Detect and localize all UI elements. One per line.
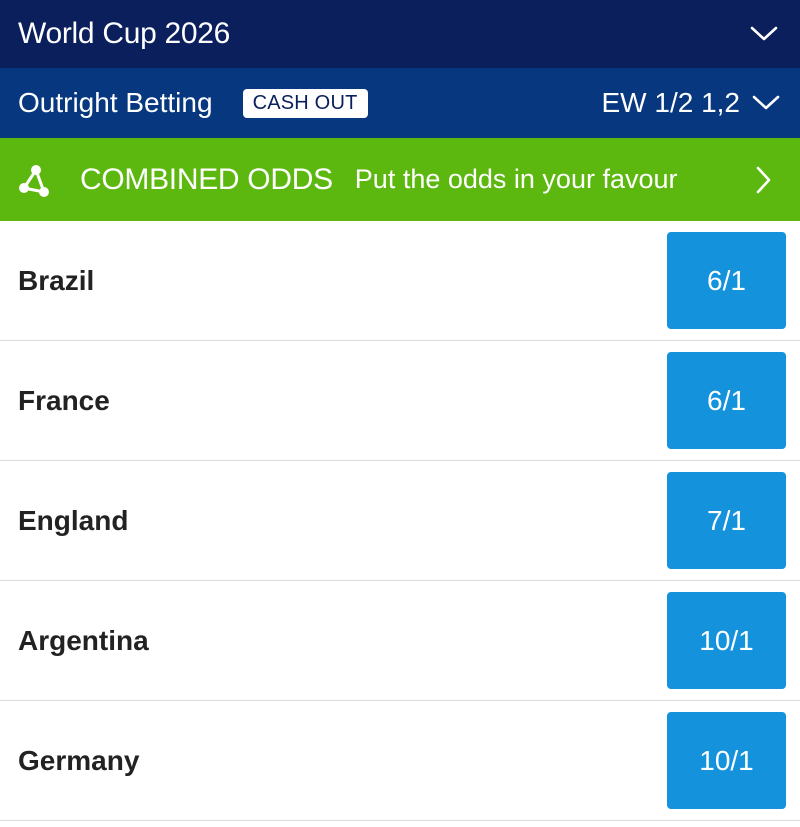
team-name: Brazil [18, 264, 95, 296]
each-way-label: EW 1/2 1,2 [601, 87, 740, 118]
odds-button[interactable]: 10/1 [667, 712, 786, 809]
combined-odds-banner[interactable]: COMBINED ODDS Put the odds in your favou… [0, 138, 800, 221]
team-name: England [18, 504, 129, 536]
competition-header[interactable]: World Cup 2026 [0, 0, 800, 68]
market-row: Brazil 6/1 [0, 221, 800, 341]
chevron-right-icon [756, 166, 772, 194]
share-nodes-icon [16, 162, 56, 198]
odds-button[interactable]: 6/1 [667, 352, 786, 449]
cash-out-badge: CASH OUT [242, 88, 368, 118]
market-row: Germany 10/1 [0, 701, 800, 821]
team-name: Germany [18, 744, 140, 776]
team-name: France [18, 384, 110, 416]
chevron-down-icon[interactable] [750, 26, 778, 42]
outright-market-list: Brazil 6/1 France 6/1 England 7/1 Argent… [0, 221, 800, 821]
market-row: England 7/1 [0, 461, 800, 581]
market-subheader: Outright Betting CASH OUT EW 1/2 1,2 [0, 68, 800, 138]
odds-button[interactable]: 10/1 [667, 592, 786, 689]
odds-button[interactable]: 6/1 [667, 232, 786, 329]
chevron-down-icon [752, 95, 780, 111]
market-row: France 6/1 [0, 341, 800, 461]
odds-button[interactable]: 7/1 [667, 472, 786, 569]
market-title: Outright Betting [18, 87, 213, 118]
market-row: Argentina 10/1 [0, 581, 800, 701]
combined-odds-subtitle: Put the odds in your favour [354, 164, 678, 194]
each-way-dropdown[interactable]: EW 1/2 1,2 [601, 87, 780, 119]
combined-odds-title: COMBINED ODDS [80, 162, 333, 196]
competition-title: World Cup 2026 [18, 17, 231, 50]
team-name: Argentina [18, 624, 149, 656]
